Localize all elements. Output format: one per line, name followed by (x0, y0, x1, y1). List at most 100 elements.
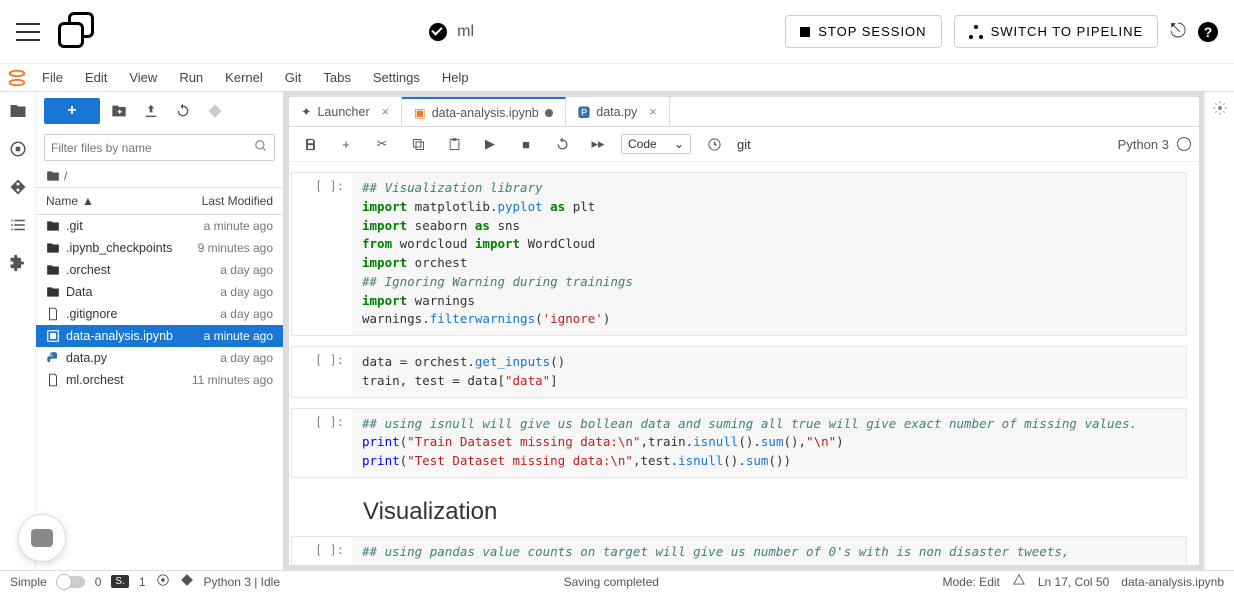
new-launcher-button[interactable]: + (44, 98, 100, 124)
code-cell[interactable]: [ ]: ## using pandas value counts on tar… (291, 536, 1187, 565)
file-toolbar: + (36, 92, 283, 130)
new-folder-icon[interactable] (106, 98, 132, 124)
close-icon[interactable]: × (382, 105, 389, 119)
notification-icon[interactable] (1012, 573, 1026, 590)
file-name: .ipynb_checkpoints (66, 241, 172, 255)
refresh-icon[interactable] (170, 98, 196, 124)
sort-by-modified[interactable]: Last Modified (202, 194, 273, 208)
appbar-actions: STOP SESSION SWITCH TO PIPELINE ⎋ ? (785, 15, 1218, 48)
restart-icon[interactable] (549, 131, 575, 157)
filter-input[interactable] (51, 141, 254, 155)
run-icon[interactable]: ▶ (477, 131, 503, 157)
menu-icon[interactable] (16, 20, 40, 44)
code-cell[interactable]: [ ]: ## Visualization library import mat… (291, 172, 1187, 336)
editor-mode[interactable]: Mode: Edit (943, 575, 1000, 589)
file-row[interactable]: .gita minute ago (36, 215, 283, 237)
file-row[interactable]: ml.orchest11 minutes ago (36, 369, 283, 391)
menu-git[interactable]: Git (277, 66, 310, 89)
file-modified: a day ago (220, 263, 273, 277)
chat-icon (31, 529, 53, 547)
cell-content[interactable]: data = orchest.get_inputs() train, test … (352, 347, 1186, 397)
breadcrumb[interactable]: / (36, 165, 283, 187)
paste-icon[interactable] (441, 131, 467, 157)
menu-file[interactable]: File (34, 66, 71, 89)
notebook-icon (46, 329, 60, 343)
help-icon[interactable]: ? (1198, 22, 1218, 42)
cursor-position[interactable]: Ln 17, Col 50 (1038, 575, 1109, 589)
unsaved-dot-icon (545, 109, 553, 117)
file-row[interactable]: .orchesta day ago (36, 259, 283, 281)
cell-content[interactable]: ## using pandas value counts on target w… (352, 537, 1186, 565)
jigsaw-icon[interactable] (156, 573, 170, 590)
file-row[interactable]: Dataa day ago (36, 281, 283, 303)
menu-view[interactable]: View (121, 66, 165, 89)
git-refresh-icon[interactable] (202, 98, 228, 124)
app-logo-icon[interactable] (58, 12, 98, 52)
code-cell[interactable]: [ ]: data = orchest.get_inputs() train, … (291, 346, 1187, 398)
kernel-status-icon[interactable] (1177, 137, 1191, 151)
folder-icon (46, 219, 60, 233)
file-modified: a day ago (220, 351, 273, 365)
simple-mode-toggle[interactable] (57, 576, 85, 588)
stop-session-button[interactable]: STOP SESSION (785, 15, 941, 48)
code-cell[interactable]: [ ]: ## using isnull will give us bollea… (291, 408, 1187, 478)
markdown-cell[interactable]: Visualization (291, 488, 1187, 536)
sort-by-name[interactable]: Name ▲ (46, 194, 94, 208)
status-check-icon (429, 23, 447, 41)
git-toolbar-label[interactable]: git (737, 137, 751, 152)
file-row[interactable]: data.py a day ago (36, 347, 283, 369)
upload-icon[interactable] (138, 98, 164, 124)
cell-content[interactable]: ## using isnull will give us bollean dat… (352, 409, 1186, 477)
menu-kernel[interactable]: Kernel (217, 66, 271, 89)
logout-icon[interactable]: ⎋ (1170, 20, 1186, 43)
notebook-icon: ▣ (414, 105, 426, 120)
interrupt-icon[interactable]: ■ (513, 131, 539, 157)
terminal-count[interactable]: 0 (95, 575, 102, 589)
save-icon[interactable] (297, 131, 323, 157)
kernel-count[interactable]: 1 (139, 575, 146, 589)
extensions-tab-icon[interactable] (9, 254, 27, 272)
file-modified: a day ago (220, 285, 273, 299)
copy-icon[interactable] (405, 131, 431, 157)
property-inspector-icon[interactable] (1212, 100, 1228, 119)
file-name: .gitignore (66, 307, 117, 321)
tab-python-file[interactable]: 🅿 data.py × (566, 97, 670, 126)
restart-run-all-icon[interactable]: ▸▸ (585, 131, 611, 157)
toc-tab-icon[interactable] (9, 216, 27, 234)
add-cell-icon[interactable]: + (333, 131, 359, 157)
cell-type-select[interactable]: Code ⌄ (621, 134, 691, 154)
tab-launcher[interactable]: ✦ Launcher × (289, 97, 402, 126)
git-tab-icon[interactable] (9, 178, 27, 196)
cell-prompt: [ ]: (292, 347, 352, 397)
file-row[interactable]: .ipynb_checkpoints9 minutes ago (36, 237, 283, 259)
sort-asc-icon: ▲ (82, 194, 94, 208)
folder-icon (46, 169, 60, 183)
tab-notebook[interactable]: ▣ data-analysis.ipynb (402, 97, 566, 126)
notebook-body[interactable]: [ ]: ## Visualization library import mat… (289, 162, 1199, 565)
switch-pipeline-button[interactable]: SWITCH TO PIPELINE (954, 15, 1159, 48)
kernel-name[interactable]: Python 3 (1118, 137, 1169, 152)
menu-tabs[interactable]: Tabs (315, 66, 358, 89)
file-modified: a minute ago (204, 219, 273, 233)
current-file[interactable]: data-analysis.ipynb (1121, 575, 1224, 589)
menu-help[interactable]: Help (434, 66, 477, 89)
menu-edit[interactable]: Edit (77, 66, 115, 89)
running-tab-icon[interactable] (9, 140, 27, 158)
kernel-status-label[interactable]: Python 3 | Idle (204, 575, 281, 589)
lsp-badge[interactable]: S. (111, 575, 128, 588)
close-icon[interactable]: × (649, 105, 656, 119)
cell-content[interactable]: ## Visualization library import matplotl… (352, 173, 1186, 335)
cell-prompt: [ ]: (292, 537, 352, 565)
menu-run[interactable]: Run (171, 66, 211, 89)
clock-icon[interactable] (701, 131, 727, 157)
cut-icon[interactable]: ✂ (369, 131, 395, 157)
intercom-button[interactable] (18, 514, 66, 562)
folder-tab-icon[interactable] (9, 102, 27, 120)
launcher-icon: ✦ (301, 104, 311, 119)
file-name: data.py (66, 351, 107, 365)
file-row[interactable]: .gitignorea day ago (36, 303, 283, 325)
git-status-icon[interactable] (180, 573, 194, 590)
cell-prompt: [ ]: (292, 173, 352, 335)
file-row[interactable]: data-analysis.ipynba minute ago (36, 325, 283, 347)
menu-settings[interactable]: Settings (365, 66, 428, 89)
